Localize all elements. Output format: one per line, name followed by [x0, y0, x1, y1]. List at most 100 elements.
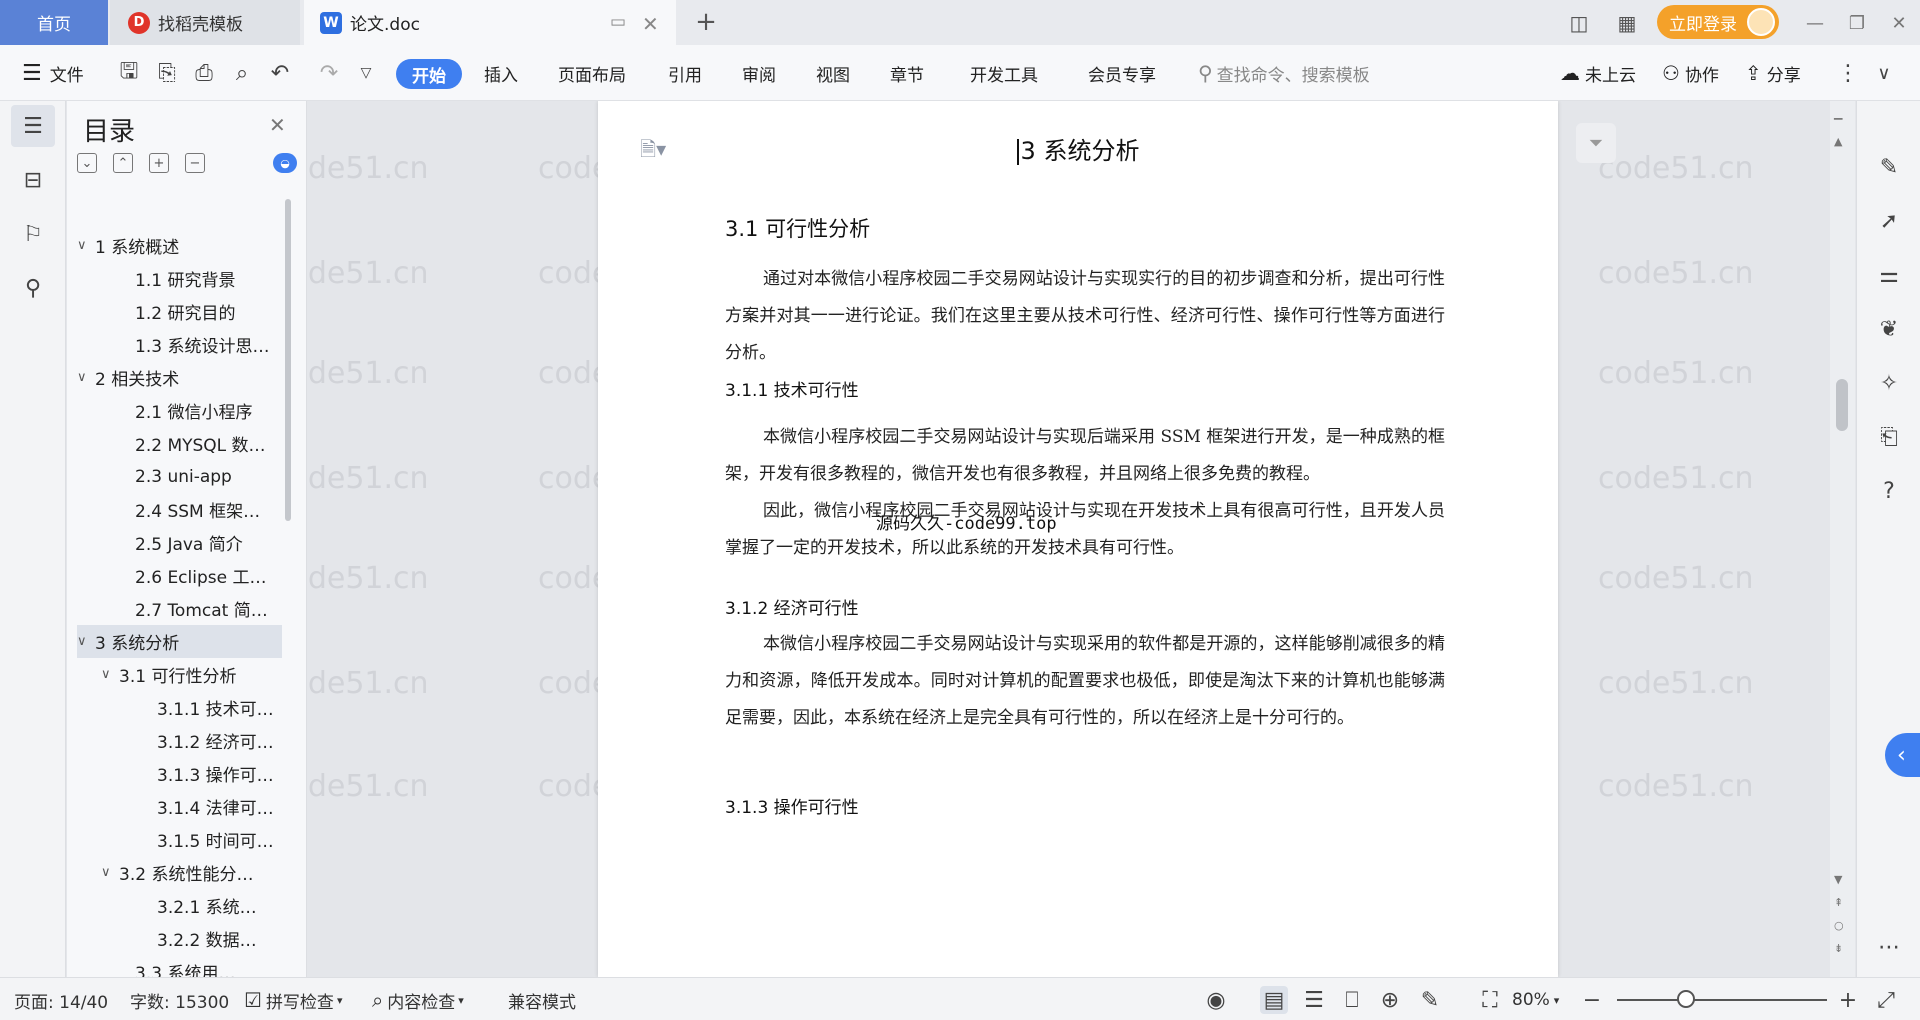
collapse-all-icon[interactable]: ⌃ [113, 153, 133, 173]
tab-insert[interactable]: 插入 [484, 59, 518, 87]
page-indicator[interactable]: 页面: 14/40 [14, 988, 108, 1013]
chevron-down-icon[interactable]: ∨ [77, 238, 87, 253]
more-dropdown-icon[interactable]: ▽ [352, 59, 380, 87]
outline-view-icon[interactable]: ☰ [1300, 986, 1328, 1014]
toc-item[interactable]: 1.3 系统设计思… [67, 328, 287, 361]
web-view-icon[interactable]: ⊕ [1376, 986, 1404, 1014]
select-cursor-icon[interactable]: ➚ [1873, 205, 1905, 237]
spellcheck-button[interactable]: ☑ 拼写检查 ▾ [244, 988, 342, 1013]
toc-item[interactable]: 1.1 研究背景 [67, 262, 287, 295]
tab-page-layout[interactable]: 页面布局 [558, 59, 626, 87]
toc-item[interactable]: 3.1.5 时间可… [67, 823, 287, 856]
toc-item[interactable]: ∨ 3.2 系统性能分… [67, 856, 287, 889]
tab-document[interactable]: W 论文.doc ▭ ✕ [304, 0, 676, 45]
word-count[interactable]: 字数: 15300 [130, 988, 229, 1013]
new-tab-button[interactable]: + [690, 6, 722, 38]
reading-view-icon[interactable]: ⎕ [1338, 986, 1366, 1014]
undo-icon[interactable]: ↶ [266, 59, 294, 87]
toc-item[interactable]: 2.5 Java 简介 [67, 526, 287, 559]
fullscreen-icon[interactable]: ⤢ [1872, 986, 1900, 1014]
zoom-out-icon[interactable]: − [1578, 986, 1606, 1014]
toc-item[interactable]: 3.2.1 系统… [67, 889, 287, 922]
scroll-up-icon[interactable]: ▲ [1834, 135, 1842, 148]
chevron-down-icon[interactable]: ∨ [101, 865, 111, 880]
bookmark-icon[interactable]: ⚐ [11, 213, 55, 255]
toc-item[interactable]: 3.2.2 数据… [67, 922, 287, 955]
toc-item[interactable]: ∨ 1 系统概述 [67, 229, 287, 262]
edit-pen-icon[interactable]: ✎ [1873, 151, 1905, 183]
toc-toggle-icon[interactable]: ◒ [273, 153, 297, 173]
print-preview-icon[interactable]: ⌕ [228, 59, 256, 87]
zoom-in-icon[interactable]: + [1834, 986, 1862, 1014]
zoom-level[interactable]: 80% ▾ [1512, 988, 1559, 1012]
toc-item[interactable]: 2.4 SSM 框架… [67, 493, 287, 526]
collapse-ribbon-icon[interactable]: ∨ [1870, 59, 1898, 87]
close-tab-icon[interactable]: ✕ [642, 12, 659, 36]
export-pdf-icon[interactable]: ⎘ [153, 59, 181, 87]
file-menu[interactable]: ☰ 文件 [22, 59, 84, 87]
toc-item[interactable]: 2.7 Tomcat 简… [67, 592, 287, 625]
write-view-icon[interactable]: ✎ [1416, 986, 1444, 1014]
toc-item[interactable]: 3.1.2 经济可… [67, 724, 287, 757]
document-page[interactable]: 🗎▾ 3 系统分析 3.1 可行性分析 通过对本微信小程序校园二手交易网站设计与… [598, 101, 1558, 977]
tab-developer[interactable]: 开发工具 [970, 59, 1038, 87]
vertical-scrollbar[interactable]: ▁ ▲ ▼ ⇞ ○ ⇟ [1830, 101, 1855, 977]
help-icon[interactable]: ? [1873, 475, 1905, 507]
toc-item[interactable]: 3.1.3 操作可… [67, 757, 287, 790]
fit-page-icon[interactable]: ⛶ [1476, 986, 1504, 1014]
minimize-icon[interactable]: — [1798, 8, 1832, 38]
zoom-slider-track[interactable] [1617, 999, 1827, 1001]
cloud-status-button[interactable]: ☁ 未上云 [1560, 59, 1636, 87]
prev-page-icon[interactable]: ⇞ [1834, 896, 1843, 909]
tab-chapter[interactable]: 章节 [890, 59, 924, 87]
find-icon[interactable]: ⚲ [11, 267, 55, 309]
toc-panel-icon[interactable]: ☰ [11, 105, 55, 147]
tab-references[interactable]: 引用 [668, 59, 702, 87]
chevron-left-icon[interactable]: ‹ [1885, 733, 1920, 777]
layout-icon[interactable]: ◫ [1562, 8, 1596, 38]
eye-protect-icon[interactable]: ◉ [1202, 986, 1230, 1014]
toc-item[interactable]: 2.3 uni-app [67, 460, 287, 493]
scroll-down-icon[interactable]: ▼ [1834, 873, 1842, 886]
select-object-icon[interactable]: ○ [1834, 919, 1844, 932]
print-icon[interactable]: ⎙ [190, 59, 218, 87]
toc-item[interactable]: 2.6 Eclipse 工… [67, 559, 287, 592]
add-heading-icon[interactable]: + [149, 153, 169, 173]
tab-template[interactable]: D 找稻壳模板 [110, 0, 300, 45]
ai-assistant-icon[interactable]: ✧ [1873, 367, 1905, 399]
zoom-slider-handle[interactable] [1677, 990, 1696, 1008]
page-view-icon[interactable]: ▤ [1260, 986, 1288, 1014]
toc-item[interactable]: ∨ 3.1 可行性分析 [67, 658, 287, 691]
toc-item[interactable]: 2.2 MYSQL 数… [67, 427, 287, 460]
chevron-down-icon[interactable]: ∨ [77, 634, 87, 649]
next-page-icon[interactable]: ⇟ [1834, 942, 1843, 955]
close-window-icon[interactable]: ✕ [1882, 8, 1916, 38]
apps-grid-icon[interactable]: ▦ [1610, 8, 1644, 38]
tab-view[interactable]: 视图 [816, 59, 850, 87]
remove-heading-icon[interactable]: − [185, 153, 205, 173]
toc-item[interactable]: 2.1 微信小程序 [67, 394, 287, 427]
close-icon[interactable]: ✕ [269, 113, 286, 137]
toc-scrollbar[interactable] [285, 199, 291, 521]
style-icon[interactable]: ❦ [1873, 313, 1905, 345]
content-check-button[interactable]: ⌕ 内容检查 ▾ [372, 988, 464, 1013]
login-button[interactable]: 立即登录 [1657, 5, 1779, 39]
more-options-icon[interactable]: ⋮ [1834, 59, 1862, 87]
toc-item[interactable]: ∨ 3 系统分析 [77, 625, 282, 658]
toc-item[interactable]: 3.1.4 法律可… [67, 790, 287, 823]
save-icon[interactable]: 🖫 [115, 59, 143, 87]
redo-icon[interactable]: ↷ [315, 59, 343, 87]
filter-icon[interactable]: ⏷ [1576, 123, 1616, 163]
scroll-thumb[interactable] [1836, 379, 1848, 431]
share-button[interactable]: ⇪ 分享 [1745, 59, 1801, 87]
toc-item[interactable]: ∨ 2 相关技术 [67, 361, 287, 394]
collaborate-button[interactable]: ⚇ 协作 [1662, 59, 1719, 87]
navigation-icon[interactable]: ⊟ [11, 159, 55, 201]
restore-icon[interactable]: ❐ [1840, 8, 1874, 38]
monitor-icon[interactable]: ▭ [610, 12, 626, 32]
command-search[interactable]: ⚲ 查找命令、搜索模板 [1198, 59, 1370, 87]
scroll-top-icon[interactable]: ▁ [1834, 107, 1842, 120]
tab-member[interactable]: 会员专享 [1088, 59, 1156, 87]
expand-all-icon[interactable]: ⌄ [77, 153, 97, 173]
adjust-settings-icon[interactable]: ⚌ [1873, 259, 1905, 291]
